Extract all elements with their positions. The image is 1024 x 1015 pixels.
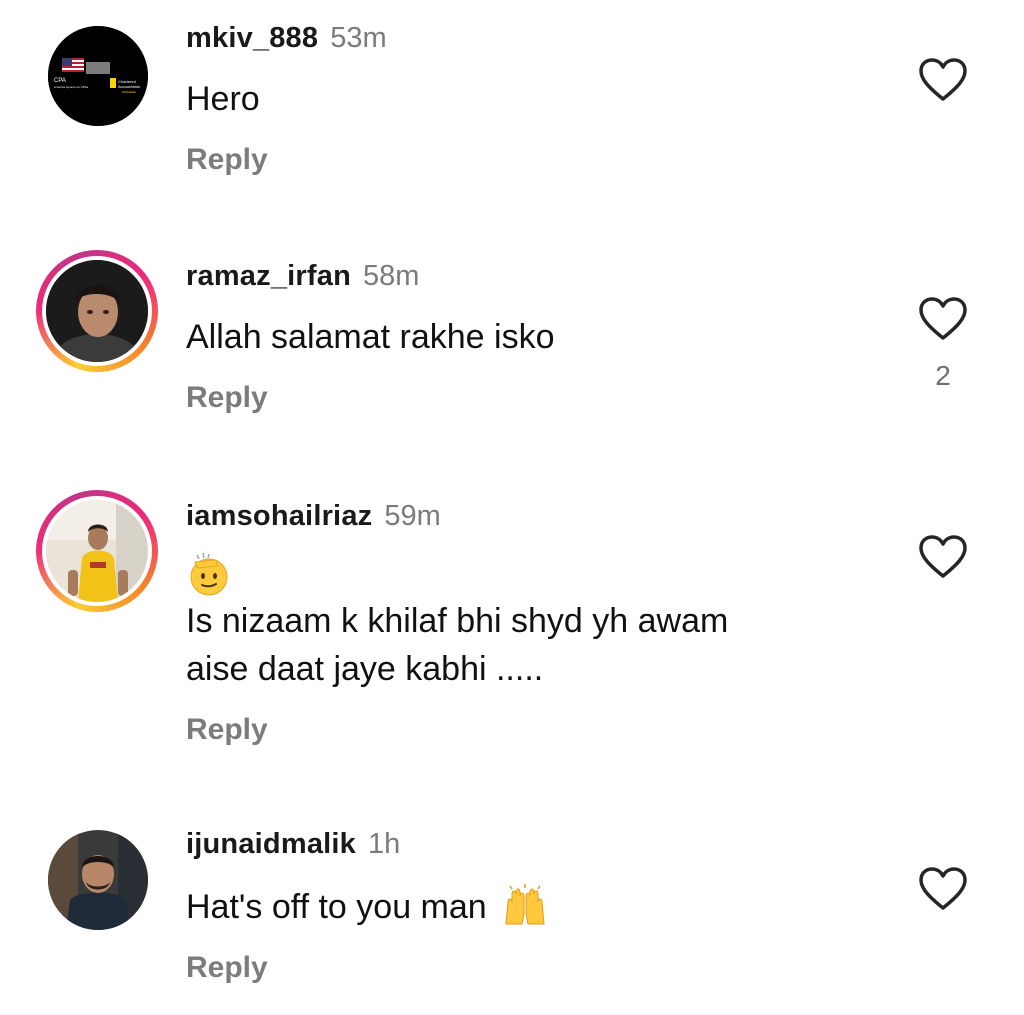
avatar[interactable]: [46, 500, 148, 602]
timestamp: 58m: [363, 260, 420, 292]
heart-outline-icon[interactable]: [918, 296, 968, 342]
avatar[interactable]: [46, 260, 148, 362]
timestamp: 59m: [384, 500, 441, 532]
reply-button[interactable]: Reply: [186, 950, 268, 986]
avatar-text: CPA: [54, 78, 66, 84]
comment-text: Hero: [186, 80, 260, 118]
username-link[interactable]: iamsohailriaz: [186, 500, 372, 532]
avatar[interactable]: [48, 830, 148, 930]
saluting-face-emoji: [190, 552, 228, 596]
comment-meta: ramaz_irfan 58m: [186, 258, 419, 294]
avatar-text: America Lipunto on CPAs: [54, 85, 89, 89]
heart-outline-icon[interactable]: [918, 866, 968, 912]
comment-meta: mkiv_888 53m: [186, 20, 387, 56]
raising-hands-emoji: [505, 884, 545, 925]
username-link[interactable]: ijunaidmalik: [186, 828, 356, 860]
comment-text-line: Is nizaam k khilaf bhi shyd yh awam: [186, 602, 729, 640]
comment-meta: ijunaidmalik 1h: [186, 826, 400, 862]
heart-outline-icon[interactable]: [918, 534, 968, 580]
reply-button[interactable]: Reply: [186, 712, 268, 748]
reply-button[interactable]: Reply: [186, 142, 268, 178]
timestamp: 53m: [330, 22, 387, 54]
heart-outline-icon[interactable]: [918, 57, 968, 103]
avatar-text: Worldwide: [122, 90, 136, 94]
comment-text: Allah salamat rakhe isko: [186, 318, 555, 356]
comment-item: CPA America Lipunto on CPAs Chartered Ac…: [0, 0, 1024, 200]
comment-item: ijunaidmalik 1h Hat's off to you man Repl…: [0, 810, 1024, 1015]
comment-text-line: aise daat jaye kabhi .....: [186, 650, 544, 688]
username-link[interactable]: ramaz_irfan: [186, 260, 351, 292]
username-link[interactable]: mkiv_888: [186, 22, 318, 54]
reply-button[interactable]: Reply: [186, 380, 268, 416]
comment-meta: iamsohailriaz 59m: [186, 498, 441, 534]
comment-item: iamsohailriaz 59m Is nizaam k khilaf bhi …: [0, 480, 1024, 770]
comment-item: ramaz_irfan 58m Allah salamat rakhe isko …: [0, 240, 1024, 440]
avatar[interactable]: CPA America Lipunto on CPAs Chartered Ac…: [48, 26, 148, 126]
comment-text: Hat's off to you man: [186, 884, 548, 930]
avatar-text: Accountants: [118, 84, 140, 89]
like-count: 2: [935, 360, 951, 391]
comment-text-content: Hat's off to you man: [186, 888, 487, 926]
timestamp: 1h: [368, 828, 401, 860]
